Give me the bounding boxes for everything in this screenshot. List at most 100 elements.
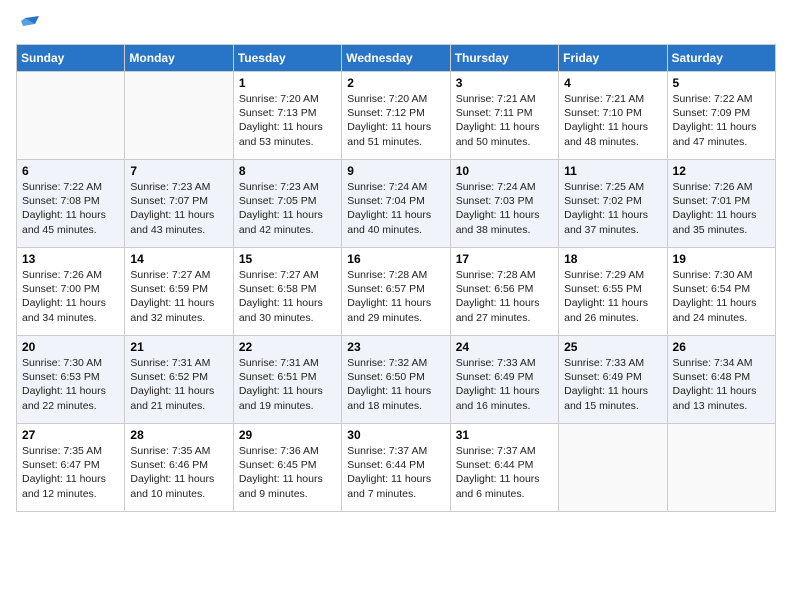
day-number: 19 xyxy=(673,252,770,266)
calendar-cell: 22Sunrise: 7:31 AMSunset: 6:51 PMDayligh… xyxy=(233,336,341,424)
cell-info: Sunrise: 7:30 AMSunset: 6:54 PMDaylight:… xyxy=(673,268,770,325)
cell-info: Sunrise: 7:21 AMSunset: 7:10 PMDaylight:… xyxy=(564,92,661,149)
cell-info: Sunrise: 7:33 AMSunset: 6:49 PMDaylight:… xyxy=(564,356,661,413)
day-number: 15 xyxy=(239,252,336,266)
calendar-header-row: SundayMondayTuesdayWednesdayThursdayFrid… xyxy=(17,45,776,72)
day-number: 10 xyxy=(456,164,553,178)
cell-info: Sunrise: 7:28 AMSunset: 6:56 PMDaylight:… xyxy=(456,268,553,325)
day-number: 23 xyxy=(347,340,444,354)
day-number: 20 xyxy=(22,340,119,354)
day-number: 6 xyxy=(22,164,119,178)
day-number: 31 xyxy=(456,428,553,442)
day-number: 29 xyxy=(239,428,336,442)
cell-info: Sunrise: 7:36 AMSunset: 6:45 PMDaylight:… xyxy=(239,444,336,501)
calendar-cell: 10Sunrise: 7:24 AMSunset: 7:03 PMDayligh… xyxy=(450,160,558,248)
day-number: 24 xyxy=(456,340,553,354)
calendar-cell: 18Sunrise: 7:29 AMSunset: 6:55 PMDayligh… xyxy=(559,248,667,336)
cell-info: Sunrise: 7:37 AMSunset: 6:44 PMDaylight:… xyxy=(347,444,444,501)
day-number: 14 xyxy=(130,252,227,266)
calendar-cell: 8 Sunrise: 7:23 AMSunset: 7:05 PMDaylight… xyxy=(233,160,341,248)
day-number: 4 xyxy=(564,76,661,90)
calendar-week-row: 6 Sunrise: 7:22 AMSunset: 7:08 PMDaylight… xyxy=(17,160,776,248)
cell-info: Sunrise: 7:22 AMSunset: 7:08 PMDaylight:… xyxy=(22,180,119,237)
cell-info: Sunrise: 7:30 AMSunset: 6:53 PMDaylight:… xyxy=(22,356,119,413)
cell-info: Sunrise: 7:27 AMSunset: 6:59 PMDaylight:… xyxy=(130,268,227,325)
day-header-wednesday: Wednesday xyxy=(342,45,450,72)
calendar-cell: 27Sunrise: 7:35 AMSunset: 6:47 PMDayligh… xyxy=(17,424,125,512)
day-number: 25 xyxy=(564,340,661,354)
calendar-week-row: 27Sunrise: 7:35 AMSunset: 6:47 PMDayligh… xyxy=(17,424,776,512)
calendar-cell: 26Sunrise: 7:34 AMSunset: 6:48 PMDayligh… xyxy=(667,336,775,424)
calendar-cell: 25 Sunrise: 7:33 AMSunset: 6:49 PMDayligh… xyxy=(559,336,667,424)
calendar-cell: 1Sunrise: 7:20 AMSunset: 7:13 PMDaylight… xyxy=(233,72,341,160)
day-number: 16 xyxy=(347,252,444,266)
calendar-cell: 23 Sunrise: 7:32 AMSunset: 6:50 PMDayligh… xyxy=(342,336,450,424)
cell-info: Sunrise: 7:26 AMSunset: 7:01 PMDaylight:… xyxy=(673,180,770,237)
day-header-friday: Friday xyxy=(559,45,667,72)
calendar-cell: 16 Sunrise: 7:28 AMSunset: 6:57 PMDayligh… xyxy=(342,248,450,336)
day-number: 2 xyxy=(347,76,444,90)
cell-info: Sunrise: 7:22 AMSunset: 7:09 PMDaylight:… xyxy=(673,92,770,149)
calendar-cell: 4 Sunrise: 7:21 AMSunset: 7:10 PMDaylight… xyxy=(559,72,667,160)
day-number: 30 xyxy=(347,428,444,442)
calendar-cell: 6 Sunrise: 7:22 AMSunset: 7:08 PMDaylight… xyxy=(17,160,125,248)
day-header-monday: Monday xyxy=(125,45,233,72)
cell-info: Sunrise: 7:32 AMSunset: 6:50 PMDaylight:… xyxy=(347,356,444,413)
cell-info: Sunrise: 7:24 AMSunset: 7:04 PMDaylight:… xyxy=(347,180,444,237)
calendar-week-row: 20 Sunrise: 7:30 AMSunset: 6:53 PMDayligh… xyxy=(17,336,776,424)
day-number: 11 xyxy=(564,164,661,178)
calendar-cell: 20 Sunrise: 7:30 AMSunset: 6:53 PMDayligh… xyxy=(17,336,125,424)
cell-info: Sunrise: 7:26 AMSunset: 7:00 PMDaylight:… xyxy=(22,268,119,325)
cell-info: Sunrise: 7:27 AMSunset: 6:58 PMDaylight:… xyxy=(239,268,336,325)
calendar-cell xyxy=(125,72,233,160)
calendar-cell: 19 Sunrise: 7:30 AMSunset: 6:54 PMDayligh… xyxy=(667,248,775,336)
cell-info: Sunrise: 7:20 AMSunset: 7:13 PMDaylight:… xyxy=(239,92,336,149)
calendar-cell: 12 Sunrise: 7:26 AMSunset: 7:01 PMDayligh… xyxy=(667,160,775,248)
cell-info: Sunrise: 7:23 AMSunset: 7:07 PMDaylight:… xyxy=(130,180,227,237)
day-number: 21 xyxy=(130,340,227,354)
calendar-cell: 30 Sunrise: 7:37 AMSunset: 6:44 PMDayligh… xyxy=(342,424,450,512)
day-number: 3 xyxy=(456,76,553,90)
calendar-cell: 31Sunrise: 7:37 AMSunset: 6:44 PMDayligh… xyxy=(450,424,558,512)
calendar-week-row: 13 Sunrise: 7:26 AMSunset: 7:00 PMDayligh… xyxy=(17,248,776,336)
calendar-table: SundayMondayTuesdayWednesdayThursdayFrid… xyxy=(16,44,776,512)
calendar-cell: 9 Sunrise: 7:24 AMSunset: 7:04 PMDaylight… xyxy=(342,160,450,248)
calendar-cell: 2Sunrise: 7:20 AMSunset: 7:12 PMDaylight… xyxy=(342,72,450,160)
calendar-cell: 13 Sunrise: 7:26 AMSunset: 7:00 PMDayligh… xyxy=(17,248,125,336)
day-header-tuesday: Tuesday xyxy=(233,45,341,72)
day-header-thursday: Thursday xyxy=(450,45,558,72)
day-number: 12 xyxy=(673,164,770,178)
day-number: 5 xyxy=(673,76,770,90)
day-number: 9 xyxy=(347,164,444,178)
cell-info: Sunrise: 7:28 AMSunset: 6:57 PMDaylight:… xyxy=(347,268,444,325)
calendar-cell: 29 Sunrise: 7:36 AMSunset: 6:45 PMDayligh… xyxy=(233,424,341,512)
calendar-cell: 5 Sunrise: 7:22 AMSunset: 7:09 PMDaylight… xyxy=(667,72,775,160)
logo-bird-icon xyxy=(17,16,39,32)
calendar-cell: 14 Sunrise: 7:27 AMSunset: 6:59 PMDayligh… xyxy=(125,248,233,336)
calendar-cell: 15 Sunrise: 7:27 AMSunset: 6:58 PMDayligh… xyxy=(233,248,341,336)
cell-info: Sunrise: 7:23 AMSunset: 7:05 PMDaylight:… xyxy=(239,180,336,237)
logo xyxy=(16,16,40,32)
day-number: 27 xyxy=(22,428,119,442)
day-number: 17 xyxy=(456,252,553,266)
calendar-cell: 28Sunrise: 7:35 AMSunset: 6:46 PMDayligh… xyxy=(125,424,233,512)
day-number: 7 xyxy=(130,164,227,178)
day-number: 26 xyxy=(673,340,770,354)
cell-info: Sunrise: 7:31 AMSunset: 6:52 PMDaylight:… xyxy=(130,356,227,413)
day-number: 18 xyxy=(564,252,661,266)
day-header-sunday: Sunday xyxy=(17,45,125,72)
day-number: 13 xyxy=(22,252,119,266)
day-header-saturday: Saturday xyxy=(667,45,775,72)
cell-info: Sunrise: 7:25 AMSunset: 7:02 PMDaylight:… xyxy=(564,180,661,237)
calendar-cell: 24 Sunrise: 7:33 AMSunset: 6:49 PMDayligh… xyxy=(450,336,558,424)
day-number: 8 xyxy=(239,164,336,178)
calendar-cell: 7 Sunrise: 7:23 AMSunset: 7:07 PMDaylight… xyxy=(125,160,233,248)
cell-info: Sunrise: 7:35 AMSunset: 6:46 PMDaylight:… xyxy=(130,444,227,501)
calendar-cell xyxy=(559,424,667,512)
cell-info: Sunrise: 7:33 AMSunset: 6:49 PMDaylight:… xyxy=(456,356,553,413)
calendar-week-row: 1Sunrise: 7:20 AMSunset: 7:13 PMDaylight… xyxy=(17,72,776,160)
calendar-cell: 11 Sunrise: 7:25 AMSunset: 7:02 PMDayligh… xyxy=(559,160,667,248)
calendar-cell: 21 Sunrise: 7:31 AMSunset: 6:52 PMDayligh… xyxy=(125,336,233,424)
cell-info: Sunrise: 7:31 AMSunset: 6:51 PMDaylight:… xyxy=(239,356,336,413)
calendar-cell xyxy=(667,424,775,512)
